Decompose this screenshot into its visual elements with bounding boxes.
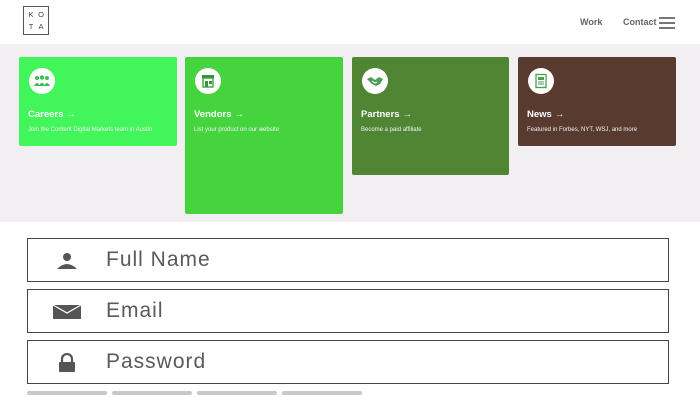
password-field[interactable] xyxy=(27,340,669,384)
progress-segment xyxy=(197,391,277,395)
full-name-field[interactable] xyxy=(27,238,669,282)
nav-work-link[interactable]: Work xyxy=(580,17,602,27)
handshake-icon xyxy=(362,68,388,94)
nav-contact-link[interactable]: Contact xyxy=(623,17,657,27)
menu-icon[interactable] xyxy=(659,17,675,29)
people-icon xyxy=(29,68,55,94)
progress-segment xyxy=(112,391,192,395)
logo-letter: T xyxy=(28,22,34,31)
card-description: List your product on our website xyxy=(194,127,280,133)
card-title[interactable]: Careers → xyxy=(28,109,76,120)
email-input[interactable] xyxy=(106,296,646,326)
arrow-right-icon: → xyxy=(66,109,76,120)
site-header: K O T A Work Contact xyxy=(0,0,700,44)
lock-icon xyxy=(59,353,75,372)
storefront-icon xyxy=(195,68,221,94)
logo-letter: A xyxy=(38,22,44,31)
card-description: Join the Content Digital Markets team in… xyxy=(28,127,153,133)
card-description: Featured in Forbes, NYT, WSJ, and more xyxy=(527,127,638,133)
vendors-card[interactable]: Vendors → List your product on our websit… xyxy=(185,57,343,214)
arrow-right-icon: → xyxy=(554,109,565,120)
card-description: Become a paid affiliate xyxy=(361,127,422,133)
partners-card[interactable]: Partners → Become a paid affiliate xyxy=(352,57,509,175)
arrow-right-icon: → xyxy=(234,109,245,120)
progress-segment xyxy=(27,391,107,395)
arrow-right-icon: → xyxy=(402,109,413,120)
newspaper-icon xyxy=(528,68,554,94)
card-title[interactable]: News → xyxy=(527,109,564,120)
logo-letter: K xyxy=(28,9,34,19)
envelope-icon xyxy=(52,304,82,319)
password-input[interactable] xyxy=(106,347,646,377)
user-icon xyxy=(57,253,77,269)
card-title[interactable]: Vendors → xyxy=(194,109,244,120)
news-card[interactable]: News → Featured in Forbes, NYT, WSJ, and … xyxy=(518,57,676,146)
logo-letter: O xyxy=(38,9,44,19)
card-title[interactable]: Partners → xyxy=(361,109,412,120)
progress-segment xyxy=(282,391,362,395)
careers-card[interactable]: Careers → Join the Content Digital Market… xyxy=(19,57,177,146)
full-name-input[interactable] xyxy=(106,245,646,275)
kota-logo[interactable]: K O T A xyxy=(23,6,49,35)
email-field[interactable] xyxy=(27,289,669,333)
